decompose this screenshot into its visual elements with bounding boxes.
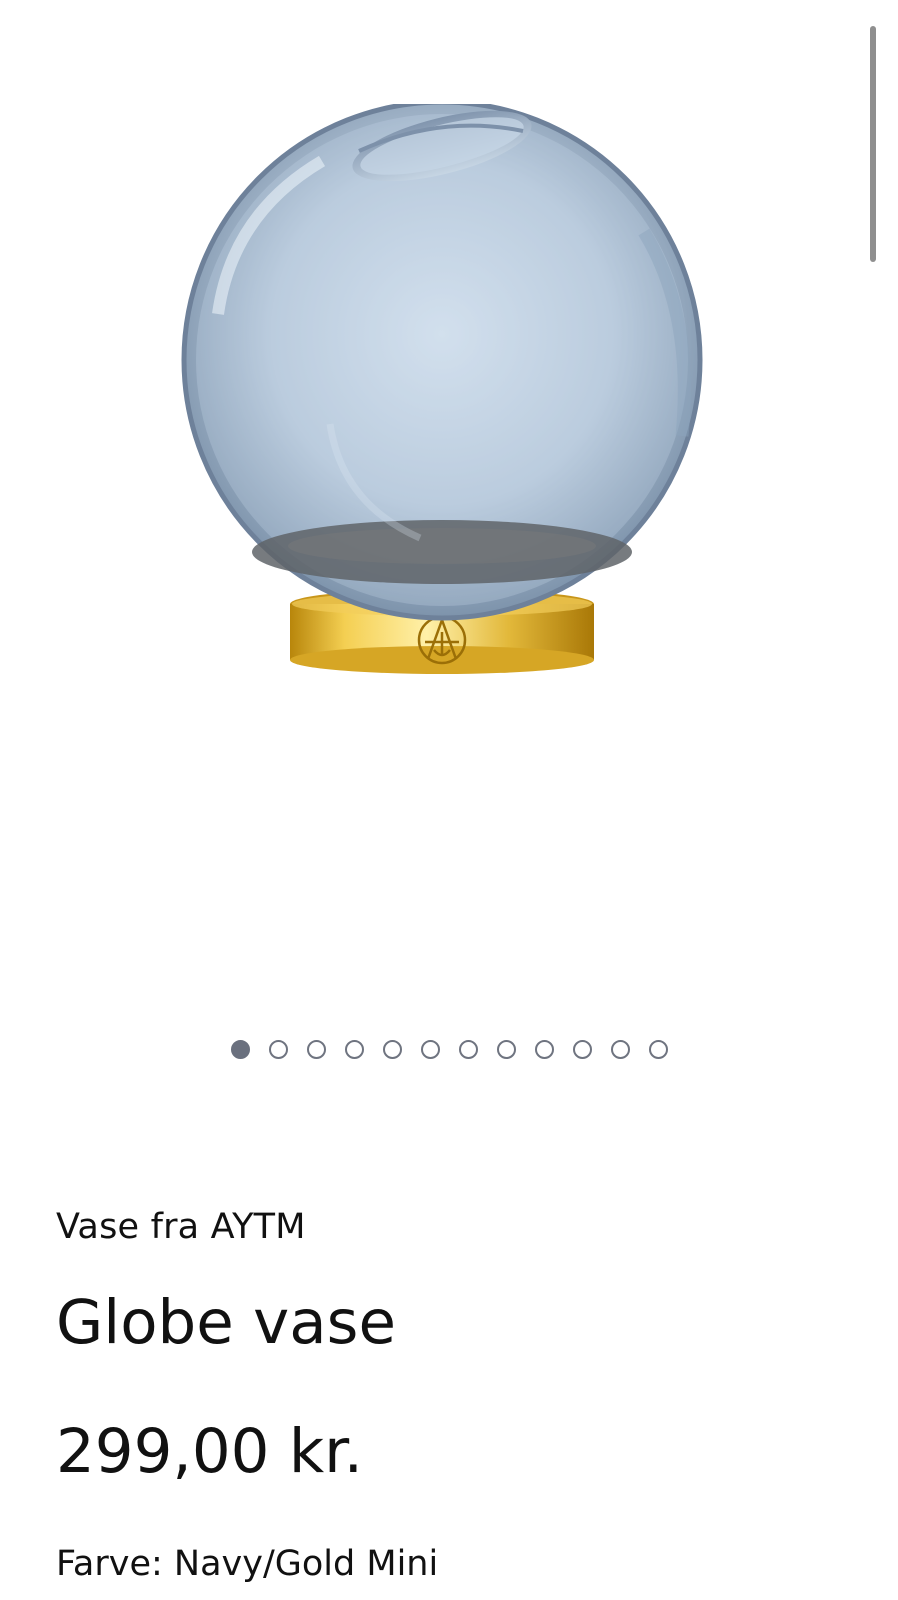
product-image-vase[interactable] (176, 104, 722, 698)
product-image-gallery[interactable] (0, 0, 898, 1000)
scrollbar[interactable] (870, 26, 876, 262)
pagination-dot-2[interactable] (268, 1040, 288, 1059)
pagination-dot-5[interactable] (382, 1040, 402, 1059)
gallery-pagination[interactable] (0, 1040, 898, 1064)
pagination-dot-9[interactable] (534, 1040, 554, 1059)
product-title: Globe vase (56, 1287, 396, 1358)
product-price: 299,00 kr. (56, 1416, 364, 1487)
pagination-dot-10[interactable] (572, 1040, 592, 1059)
pagination-dot-4[interactable] (344, 1040, 364, 1059)
pagination-dot-11[interactable] (610, 1040, 630, 1059)
pagination-dot-3[interactable] (306, 1040, 326, 1059)
pagination-dot-8[interactable] (496, 1040, 516, 1059)
pagination-dot-1[interactable] (230, 1040, 250, 1059)
product-brand-line: Vase fra AYTM (56, 1207, 306, 1247)
pagination-dot-6[interactable] (420, 1040, 440, 1059)
product-variant: Farve: Navy/Gold Mini (56, 1544, 439, 1584)
pagination-dot-7[interactable] (458, 1040, 478, 1059)
pagination-dot-12[interactable] (648, 1040, 668, 1059)
